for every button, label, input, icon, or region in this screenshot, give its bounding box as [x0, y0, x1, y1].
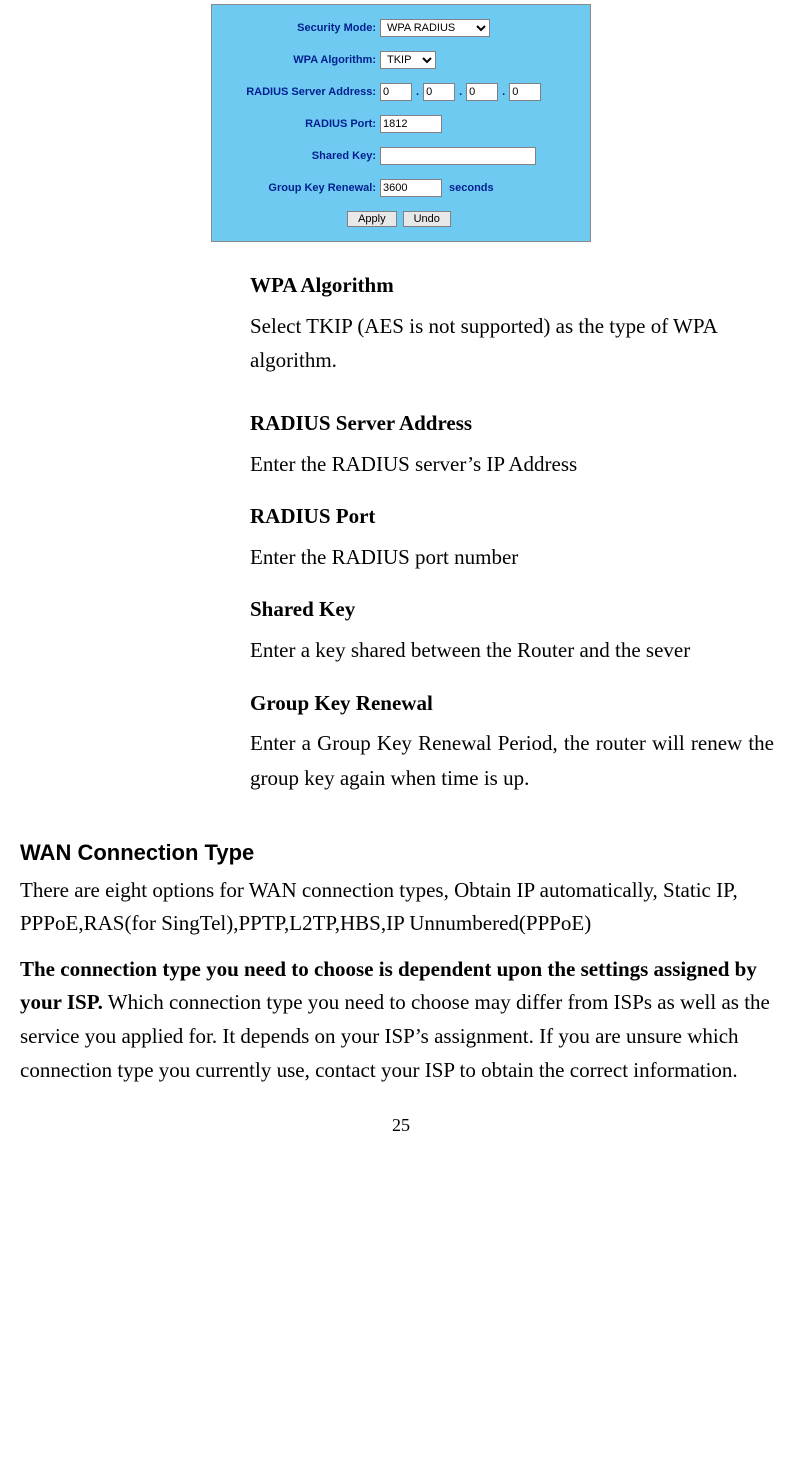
section-heading-wan: WAN Connection Type: [20, 840, 782, 866]
label-wpa-algorithm: WPA Algorithm:: [218, 54, 380, 66]
input-radius-ip-1[interactable]: [380, 83, 412, 101]
input-radius-ip-4[interactable]: [509, 83, 541, 101]
input-group-key-renewal[interactable]: [380, 179, 442, 197]
desc-wpa-algorithm: Select TKIP (AES is not supported) as th…: [250, 309, 774, 378]
row-wpa-algorithm: WPA Algorithm: TKIP: [218, 51, 580, 69]
label-security-mode: Security Mode:: [218, 22, 380, 34]
label-radius-address: RADIUS Server Address:: [218, 86, 380, 98]
select-wpa-algorithm[interactable]: TKIP: [380, 51, 436, 69]
desc-group-key-renewal: Enter a Group Key Renewal Period, the ro…: [250, 726, 774, 795]
para-wan-options: There are eight options for WAN connecti…: [20, 874, 782, 941]
desc-radius-port: Enter the RADIUS port number: [250, 540, 774, 575]
desc-shared-key: Enter a key shared between the Router an…: [250, 633, 774, 668]
input-radius-ip-3[interactable]: [466, 83, 498, 101]
definitions-block: WPA Algorithm Select TKIP (AES is not su…: [250, 268, 774, 796]
undo-button[interactable]: Undo: [403, 211, 451, 227]
term-radius-port: RADIUS Port: [250, 499, 774, 534]
label-group-key-renewal: Group Key Renewal:: [218, 182, 380, 194]
row-shared-key: Shared Key:: [218, 147, 580, 165]
row-security-mode: Security Mode: WPA RADIUS: [218, 19, 580, 37]
panel-buttons: Apply Undo: [218, 211, 580, 227]
apply-button[interactable]: Apply: [347, 211, 397, 227]
term-group-key-renewal: Group Key Renewal: [250, 686, 774, 721]
para-isp-note-rest: Which connection type you need to choose…: [20, 990, 770, 1081]
row-group-key-renewal: Group Key Renewal: seconds: [218, 179, 580, 197]
input-radius-port[interactable]: [380, 115, 442, 133]
term-shared-key: Shared Key: [250, 592, 774, 627]
para-isp-note: The connection type you need to choose i…: [20, 953, 782, 1087]
page-number: 25: [20, 1115, 782, 1136]
ip-dot: .: [459, 86, 462, 98]
select-security-mode[interactable]: WPA RADIUS: [380, 19, 490, 37]
row-radius-address: RADIUS Server Address: . . .: [218, 83, 580, 101]
row-radius-port: RADIUS Port:: [218, 115, 580, 133]
input-shared-key[interactable]: [380, 147, 536, 165]
term-wpa-algorithm: WPA Algorithm: [250, 268, 774, 303]
unit-seconds: seconds: [449, 182, 494, 194]
ip-dot: .: [416, 86, 419, 98]
router-config-figure: Security Mode: WPA RADIUS WPA Algorithm:…: [20, 4, 782, 242]
label-radius-port: RADIUS Port:: [218, 118, 380, 130]
label-shared-key: Shared Key:: [218, 150, 380, 162]
term-radius-address: RADIUS Server Address: [250, 406, 774, 441]
desc-radius-address: Enter the RADIUS server’s IP Address: [250, 447, 774, 482]
ip-dot: .: [502, 86, 505, 98]
input-radius-ip-2[interactable]: [423, 83, 455, 101]
router-panel: Security Mode: WPA RADIUS WPA Algorithm:…: [211, 4, 591, 242]
